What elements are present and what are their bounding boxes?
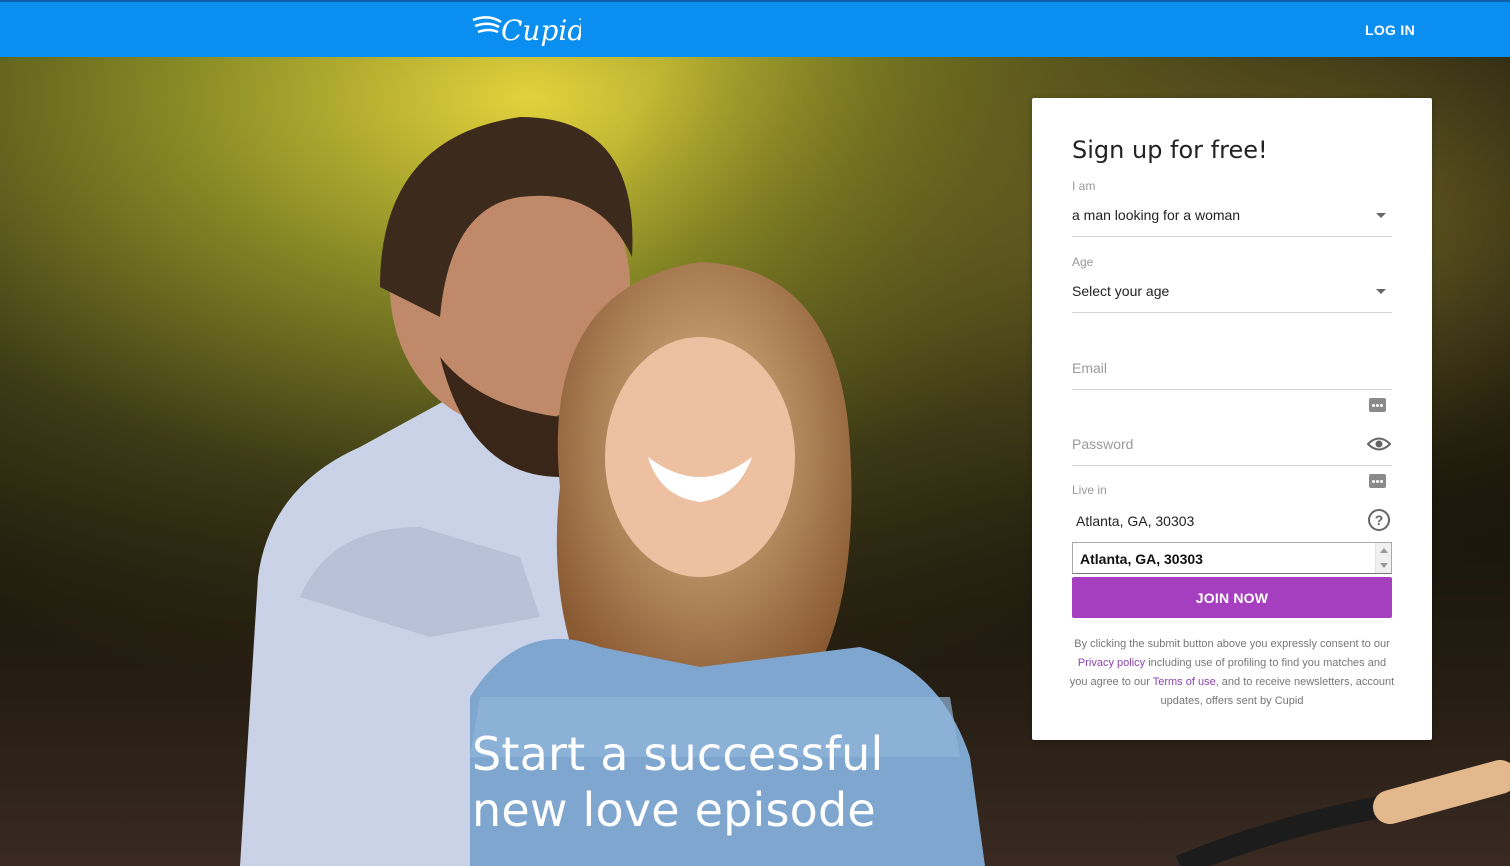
password-field — [1072, 424, 1392, 466]
signup-title: Sign up for free! — [1072, 136, 1268, 164]
cupid-logo[interactable]: Cupid — [471, 10, 585, 52]
cupid-logo-icon: Cupid — [472, 14, 585, 47]
login-link[interactable]: LOG IN — [1365, 22, 1415, 38]
scroll-up-icon[interactable] — [1380, 548, 1388, 553]
hero-tagline-line1: Start a successful — [472, 727, 884, 781]
i-am-value: a man looking for a woman — [1072, 207, 1241, 223]
live-in-suggestion-list[interactable]: Atlanta, GA, 30303 — [1072, 542, 1392, 574]
password-input[interactable] — [1072, 436, 1352, 452]
live-in-input[interactable]: Atlanta, GA, 30303 — [1076, 513, 1194, 529]
age-label: Age — [1072, 255, 1094, 269]
suggestion-scrollbar[interactable] — [1375, 543, 1391, 573]
password-manager-icon[interactable] — [1369, 398, 1386, 412]
chevron-down-icon — [1376, 289, 1386, 294]
hero-tagline: Start a successful new love episode — [472, 726, 883, 838]
eye-icon[interactable] — [1367, 435, 1391, 453]
top-navbar: Cupid LOG IN — [0, 0, 1510, 57]
help-icon[interactable]: ? — [1368, 509, 1390, 531]
live-in-label: Live in — [1072, 483, 1107, 497]
i-am-select[interactable]: a man looking for a woman — [1072, 197, 1392, 237]
terms-of-use-link[interactable]: Terms of use — [1153, 676, 1216, 688]
chevron-down-icon — [1376, 213, 1386, 218]
privacy-policy-link[interactable]: Privacy policy — [1078, 657, 1145, 669]
email-field — [1072, 348, 1392, 390]
live-in-suggestion[interactable]: Atlanta, GA, 30303 — [1080, 551, 1203, 567]
i-am-label: I am — [1072, 179, 1096, 193]
scroll-down-icon[interactable] — [1380, 563, 1388, 568]
password-manager-icon[interactable] — [1369, 474, 1386, 488]
join-now-button[interactable]: JOIN NOW — [1072, 577, 1392, 618]
email-input[interactable] — [1072, 360, 1352, 376]
svg-text:Cupid: Cupid — [501, 14, 581, 47]
signup-card: Sign up for free! I am a man looking for… — [1032, 98, 1432, 740]
age-select[interactable]: Select your age — [1072, 273, 1392, 313]
hero-tagline-line2: new love episode — [472, 783, 876, 837]
legal-text-part1: By clicking the submit button above you … — [1074, 638, 1390, 650]
legal-consent-text: By clicking the submit button above you … — [1068, 635, 1396, 711]
age-value: Select your age — [1072, 283, 1170, 299]
